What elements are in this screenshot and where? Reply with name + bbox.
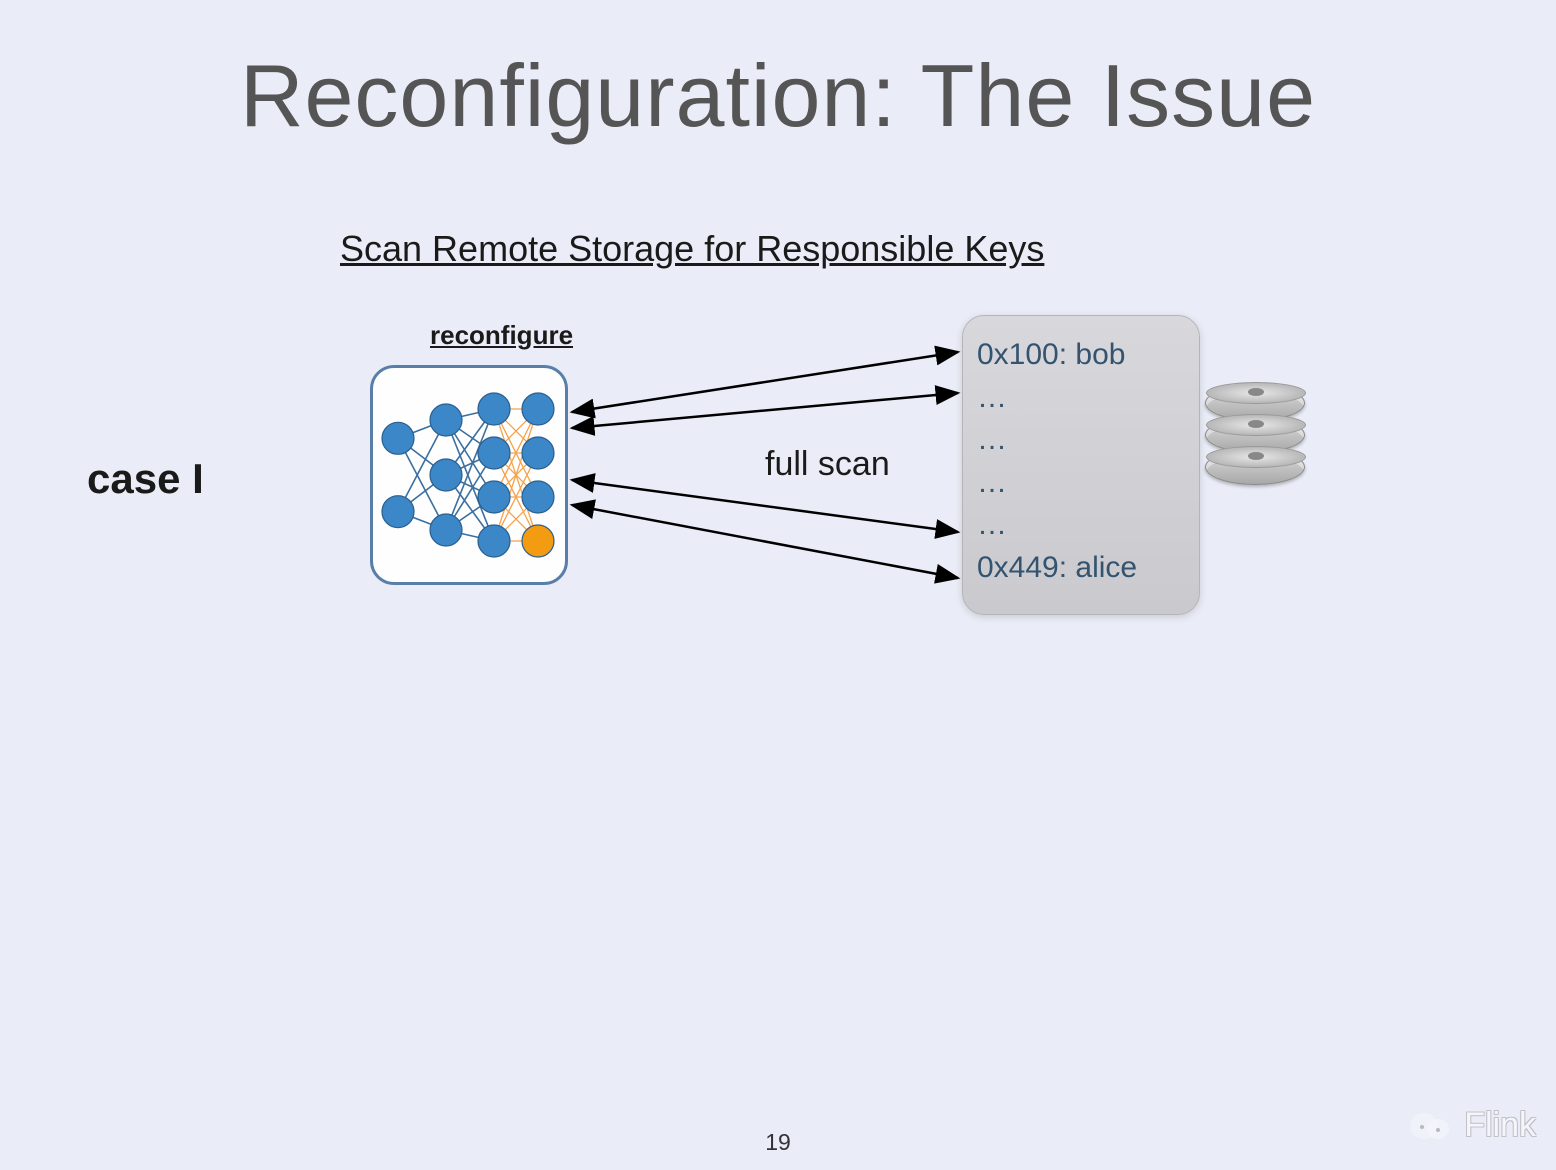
storage-box: 0x100: bob … … … … 0x449: alice	[962, 315, 1200, 615]
watermark-icon	[1408, 1107, 1454, 1145]
slide-title: Reconfiguration: The Issue	[0, 45, 1556, 147]
storage-entry: 0x449: alice	[977, 547, 1185, 590]
database-icon	[1205, 385, 1305, 481]
arrows	[0, 0, 1556, 1170]
storage-entry: 0x100: bob	[977, 334, 1185, 377]
topology-graph	[370, 365, 568, 585]
storage-entry: …	[977, 462, 1185, 505]
storage-entry: …	[977, 419, 1185, 462]
reconfigure-label: reconfigure	[430, 320, 573, 351]
page-number: 19	[0, 1129, 1556, 1156]
storage-entry: …	[977, 377, 1185, 420]
storage-entry: …	[977, 504, 1185, 547]
watermark-text: Flink	[1464, 1106, 1536, 1145]
fullscan-label: full scan	[765, 445, 890, 484]
watermark: Flink	[1408, 1106, 1536, 1145]
case-label: case I	[87, 455, 204, 503]
subtitle: Scan Remote Storage for Responsible Keys	[340, 228, 1044, 270]
